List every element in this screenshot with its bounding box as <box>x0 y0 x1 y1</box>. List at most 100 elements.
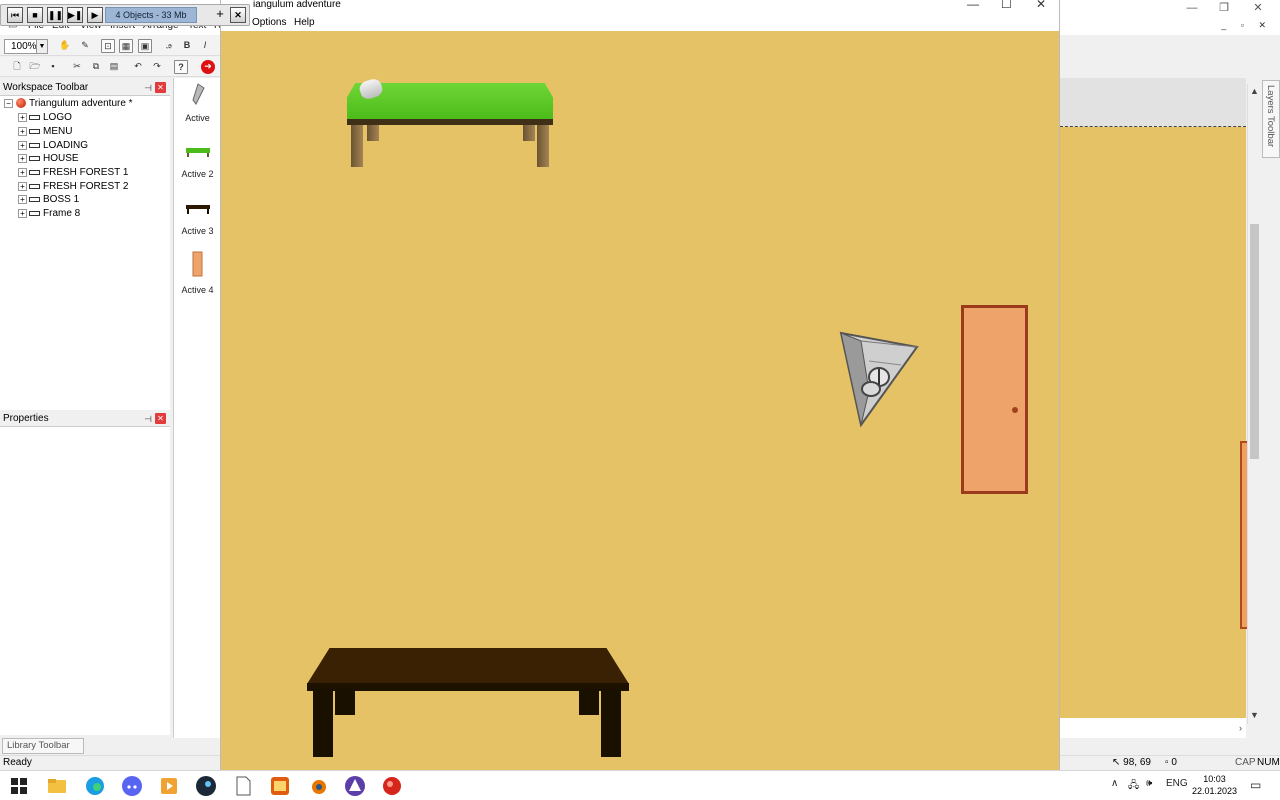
save-icon[interactable]: ▪ <box>46 60 60 74</box>
editor-close-button[interactable]: ✕ <box>1242 0 1274 18</box>
bold-button[interactable]: B <box>180 39 194 53</box>
expand-icon[interactable]: + <box>18 140 27 150</box>
triangle-sprite-icon <box>191 83 205 105</box>
game-close-button[interactable]: ✕ <box>1036 0 1046 11</box>
expand-icon[interactable]: + <box>18 181 27 191</box>
object-active-2[interactable]: Active 2 <box>174 142 221 179</box>
close-icon[interactable]: ✕ <box>230 7 246 23</box>
expand-icon[interactable]: + <box>18 126 27 136</box>
triangle-player-object[interactable] <box>839 331 919 427</box>
expand-icon[interactable]: + <box>18 153 27 163</box>
system-clock[interactable]: 10:03 22.01.2023 <box>1192 773 1237 797</box>
tree-frame-8[interactable]: + Frame 8 <box>18 208 80 219</box>
tray-overflow-icon[interactable]: ∧ <box>1111 778 1118 789</box>
expand-icon[interactable]: + <box>18 194 27 204</box>
new-file-icon[interactable]: 🗋 <box>10 60 24 74</box>
paste-icon[interactable]: ▤ <box>107 60 121 74</box>
object-active-4[interactable]: Active 4 <box>174 250 221 295</box>
steam-icon[interactable] <box>195 775 217 797</box>
language-indicator[interactable]: ENG <box>1166 778 1188 789</box>
door-object[interactable] <box>961 305 1028 494</box>
tree-frame-boss-1[interactable]: + BOSS 1 <box>18 194 79 205</box>
copy-icon[interactable]: ⧉ <box>89 60 103 74</box>
stop-icon[interactable]: ■ <box>27 7 43 23</box>
text-tool-icon[interactable]: ꭿ <box>162 39 176 53</box>
layers-toolbar-tab[interactable]: Layers Toolbar <box>1262 80 1280 158</box>
step-forward-icon[interactable]: ▶❚ <box>67 7 83 23</box>
network-icon[interactable]: 🖧 <box>1128 778 1139 795</box>
object-active-3[interactable]: Active 3 <box>174 199 221 236</box>
italic-button[interactable]: I <box>198 39 212 53</box>
video-app-icon[interactable] <box>158 775 180 797</box>
editor-toolbar-standard: 🗋 🗁 ▪ ✂ ⧉ ▤ ↶ ↷ ? ➜ <box>0 57 220 77</box>
game-canvas[interactable] <box>221 31 1059 770</box>
dark-table-leg <box>335 689 355 715</box>
grid-icon[interactable]: ▦ <box>119 39 133 53</box>
help-icon[interactable]: ? <box>174 60 188 74</box>
game-minimize-button[interactable]: — <box>967 0 979 11</box>
expand-icon[interactable]: + <box>18 112 27 122</box>
tree-frame-loading[interactable]: + LOADING <box>18 140 88 151</box>
zoom-select[interactable]: 100% ▼ <box>4 39 48 54</box>
open-folder-icon[interactable]: 🗁 <box>28 60 42 74</box>
scrollbar-thumb[interactable] <box>1250 224 1259 459</box>
frame-label: FRESH FOREST 2 <box>43 181 129 192</box>
tree-frame-menu[interactable]: + MENU <box>18 126 72 137</box>
clickteam-icon[interactable] <box>269 775 291 797</box>
blender-icon[interactable] <box>307 775 329 797</box>
object-count-value: 0 <box>1171 757 1177 768</box>
scroll-up-icon[interactable]: ▲ <box>1248 86 1261 96</box>
zoom-fit-icon[interactable]: ⊡ <box>101 39 115 53</box>
notification-icon[interactable]: ▭ <box>1250 778 1261 792</box>
discord-icon[interactable] <box>121 775 143 797</box>
close-icon[interactable]: ✕ <box>155 82 166 93</box>
game-menu-help[interactable]: Help <box>294 17 315 28</box>
tree-frame-fresh-forest-1[interactable]: + FRESH FOREST 1 <box>18 167 128 178</box>
workspace-toolbar-title: Workspace Toolbar <box>3 82 89 93</box>
frame-icon <box>29 128 40 134</box>
frame-label: LOADING <box>43 140 89 151</box>
tree-frame-fresh-forest-2[interactable]: + FRESH FOREST 2 <box>18 181 128 192</box>
green-table-icon <box>185 148 210 157</box>
game-maximize-button[interactable]: ☐ <box>1001 0 1012 11</box>
game-menu-options[interactable]: Options <box>252 17 286 28</box>
file-explorer-icon[interactable] <box>46 775 68 797</box>
volume-icon[interactable]: 🕪 <box>1146 778 1152 789</box>
expand-icon[interactable]: + <box>18 208 27 218</box>
tree-frame-house[interactable]: + HOUSE <box>18 153 79 164</box>
pin-icon[interactable]: ⊣ <box>144 412 152 427</box>
close-icon[interactable]: ✕ <box>155 413 166 424</box>
redo-icon[interactable]: ↷ <box>150 60 164 74</box>
snap-icon[interactable]: ▣ <box>138 39 152 53</box>
play-icon[interactable]: ▶ <box>87 7 103 23</box>
tree-frame-logo[interactable]: + LOGO <box>18 112 72 123</box>
cut-icon[interactable]: ✂ <box>70 60 84 74</box>
edge-icon[interactable] <box>84 775 106 797</box>
document-icon[interactable] <box>232 775 254 797</box>
mdi-window-controls[interactable]: _ ▫ ✕ <box>1221 20 1272 31</box>
library-toolbar-tab[interactable]: Library Toolbar <box>2 738 84 754</box>
edit-tool-icon[interactable]: ✎ <box>78 39 92 53</box>
scroll-right-icon[interactable]: › <box>1239 723 1242 733</box>
tree-root-application[interactable]: − Triangulum adventure * <box>4 98 133 109</box>
collapse-icon[interactable]: − <box>4 98 13 108</box>
launcher-icon[interactable] <box>344 775 366 797</box>
object-active[interactable]: Active <box>174 82 221 123</box>
frame-editor-area[interactable] <box>1060 78 1248 738</box>
start-icon[interactable] <box>8 775 30 797</box>
pause-icon[interactable]: ❚❚ <box>47 7 63 23</box>
pin-icon[interactable]: ⊣ <box>144 81 152 96</box>
chevron-down-icon[interactable]: ▼ <box>36 40 47 53</box>
scroll-down-icon[interactable]: ▼ <box>1248 710 1261 720</box>
editor-minimize-button[interactable]: — <box>1176 0 1208 18</box>
stop-icon[interactable]: ➜ <box>201 60 215 74</box>
undo-icon[interactable]: ↶ <box>131 60 145 74</box>
editor-restore-button[interactable]: ❐ <box>1208 0 1240 18</box>
green-table-leg <box>523 125 535 141</box>
expand-icon[interactable]: + <box>18 167 27 177</box>
editor-vertical-scrollbar[interactable]: ▲ ▼ <box>1247 84 1260 724</box>
hand-tool-icon[interactable]: ✋ <box>58 39 72 53</box>
restart-icon[interactable]: ⏮ <box>7 7 23 23</box>
fusion-app-icon[interactable] <box>381 775 403 797</box>
expand-debugger-icon[interactable]: + <box>212 7 228 23</box>
